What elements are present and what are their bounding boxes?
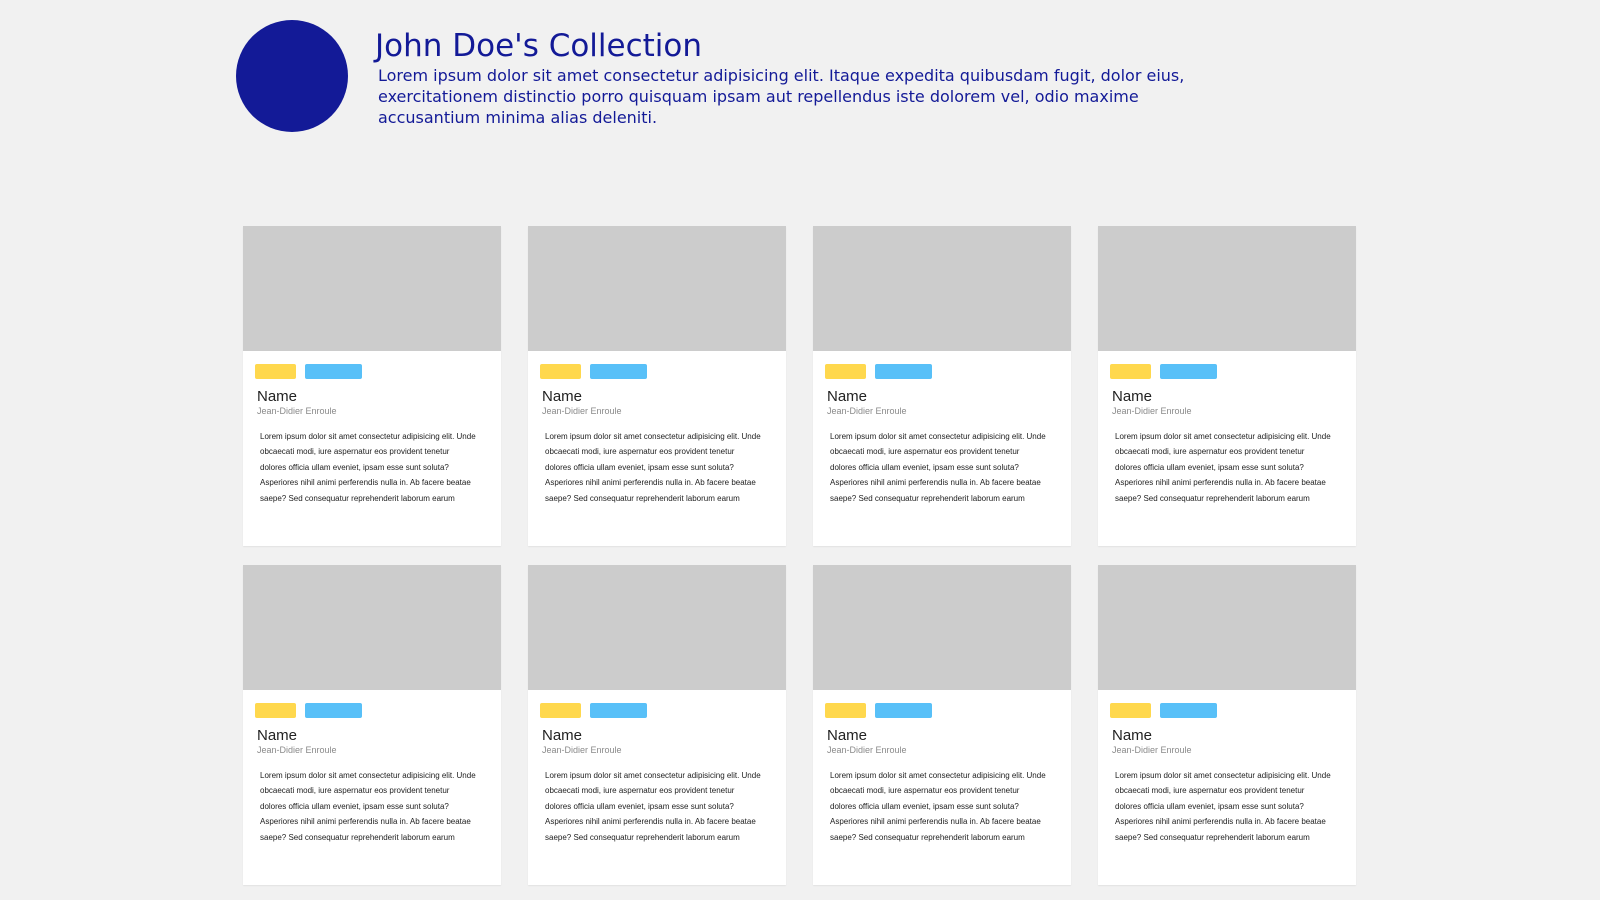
card-name: Name: [827, 388, 868, 405]
card-tags: [243, 690, 501, 718]
card-author: Jean-Didier Enroule: [1112, 406, 1192, 416]
card-tags: [813, 690, 1071, 718]
collection-card[interactable]: Name Jean-Didier Enroule Lorem ipsum dol…: [813, 226, 1071, 546]
collection-card[interactable]: Name Jean-Didier Enroule Lorem ipsum dol…: [813, 565, 1071, 885]
collection-description: Lorem ipsum dolor sit amet consectetur a…: [378, 66, 1185, 127]
card-author: Jean-Didier Enroule: [827, 745, 907, 755]
collection-card[interactable]: Name Jean-Didier Enroule Lorem ipsum dol…: [1098, 565, 1356, 885]
card-description: Lorem ipsum dolor sit amet consectetur a…: [545, 771, 761, 842]
card-image-placeholder: [528, 226, 786, 351]
tag-primary[interactable]: [1110, 703, 1151, 718]
tag-secondary[interactable]: [1160, 364, 1217, 379]
tag-primary[interactable]: [255, 364, 296, 379]
card-author: Jean-Didier Enroule: [257, 406, 337, 416]
card-description: Lorem ipsum dolor sit amet consectetur a…: [260, 432, 476, 503]
card-tags: [1098, 690, 1356, 718]
tag-secondary[interactable]: [590, 364, 647, 379]
page-title: John Doe's Collection: [375, 28, 703, 64]
card-description: Lorem ipsum dolor sit amet consectetur a…: [830, 432, 1046, 503]
card-author: Jean-Didier Enroule: [257, 745, 337, 755]
card-description: Lorem ipsum dolor sit amet consectetur a…: [260, 771, 476, 842]
card-name: Name: [542, 388, 583, 405]
card-author: Jean-Didier Enroule: [542, 745, 622, 755]
card-image-placeholder: [1098, 226, 1356, 351]
card-author: Jean-Didier Enroule: [1112, 745, 1192, 755]
card-tags: [813, 351, 1071, 379]
tag-primary[interactable]: [540, 703, 581, 718]
collection-card[interactable]: Name Jean-Didier Enroule Lorem ipsum dol…: [528, 565, 786, 885]
tag-primary[interactable]: [1110, 364, 1151, 379]
card-image-placeholder: [813, 226, 1071, 351]
card-grid: Name Jean-Didier Enroule Lorem ipsum dol…: [243, 226, 1356, 885]
card-tags: [1098, 351, 1356, 379]
tag-secondary[interactable]: [875, 364, 932, 379]
avatar: [236, 20, 348, 132]
card-name: Name: [1112, 388, 1153, 405]
card-tags: [528, 351, 786, 379]
tag-primary[interactable]: [255, 703, 296, 718]
card-image-placeholder: [813, 565, 1071, 690]
collection-card[interactable]: Name Jean-Didier Enroule Lorem ipsum dol…: [528, 226, 786, 546]
card-image-placeholder: [243, 565, 501, 690]
card-author: Jean-Didier Enroule: [827, 406, 907, 416]
tag-secondary[interactable]: [305, 703, 362, 718]
card-tags: [528, 690, 786, 718]
card-description: Lorem ipsum dolor sit amet consectetur a…: [1115, 432, 1331, 503]
collection-card[interactable]: Name Jean-Didier Enroule Lorem ipsum dol…: [243, 565, 501, 885]
card-name: Name: [257, 388, 298, 405]
tag-secondary[interactable]: [590, 703, 647, 718]
card-image-placeholder: [243, 226, 501, 351]
card-description: Lorem ipsum dolor sit amet consectetur a…: [830, 771, 1046, 842]
collection-card[interactable]: Name Jean-Didier Enroule Lorem ipsum dol…: [1098, 226, 1356, 546]
card-description: Lorem ipsum dolor sit amet consectetur a…: [545, 432, 761, 503]
tag-secondary[interactable]: [305, 364, 362, 379]
card-name: Name: [1112, 727, 1153, 744]
card-tags: [243, 351, 501, 379]
card-name: Name: [827, 727, 868, 744]
card-name: Name: [257, 727, 298, 744]
tag-primary[interactable]: [825, 364, 866, 379]
collection-page: John Doe's Collection Lorem ipsum dolor …: [0, 0, 1600, 900]
tag-primary[interactable]: [825, 703, 866, 718]
collection-card[interactable]: Name Jean-Didier Enroule Lorem ipsum dol…: [243, 226, 501, 546]
card-author: Jean-Didier Enroule: [542, 406, 622, 416]
card-image-placeholder: [1098, 565, 1356, 690]
tag-secondary[interactable]: [1160, 703, 1217, 718]
card-name: Name: [542, 727, 583, 744]
card-description: Lorem ipsum dolor sit amet consectetur a…: [1115, 771, 1331, 842]
card-image-placeholder: [528, 565, 786, 690]
tag-secondary[interactable]: [875, 703, 932, 718]
tag-primary[interactable]: [540, 364, 581, 379]
